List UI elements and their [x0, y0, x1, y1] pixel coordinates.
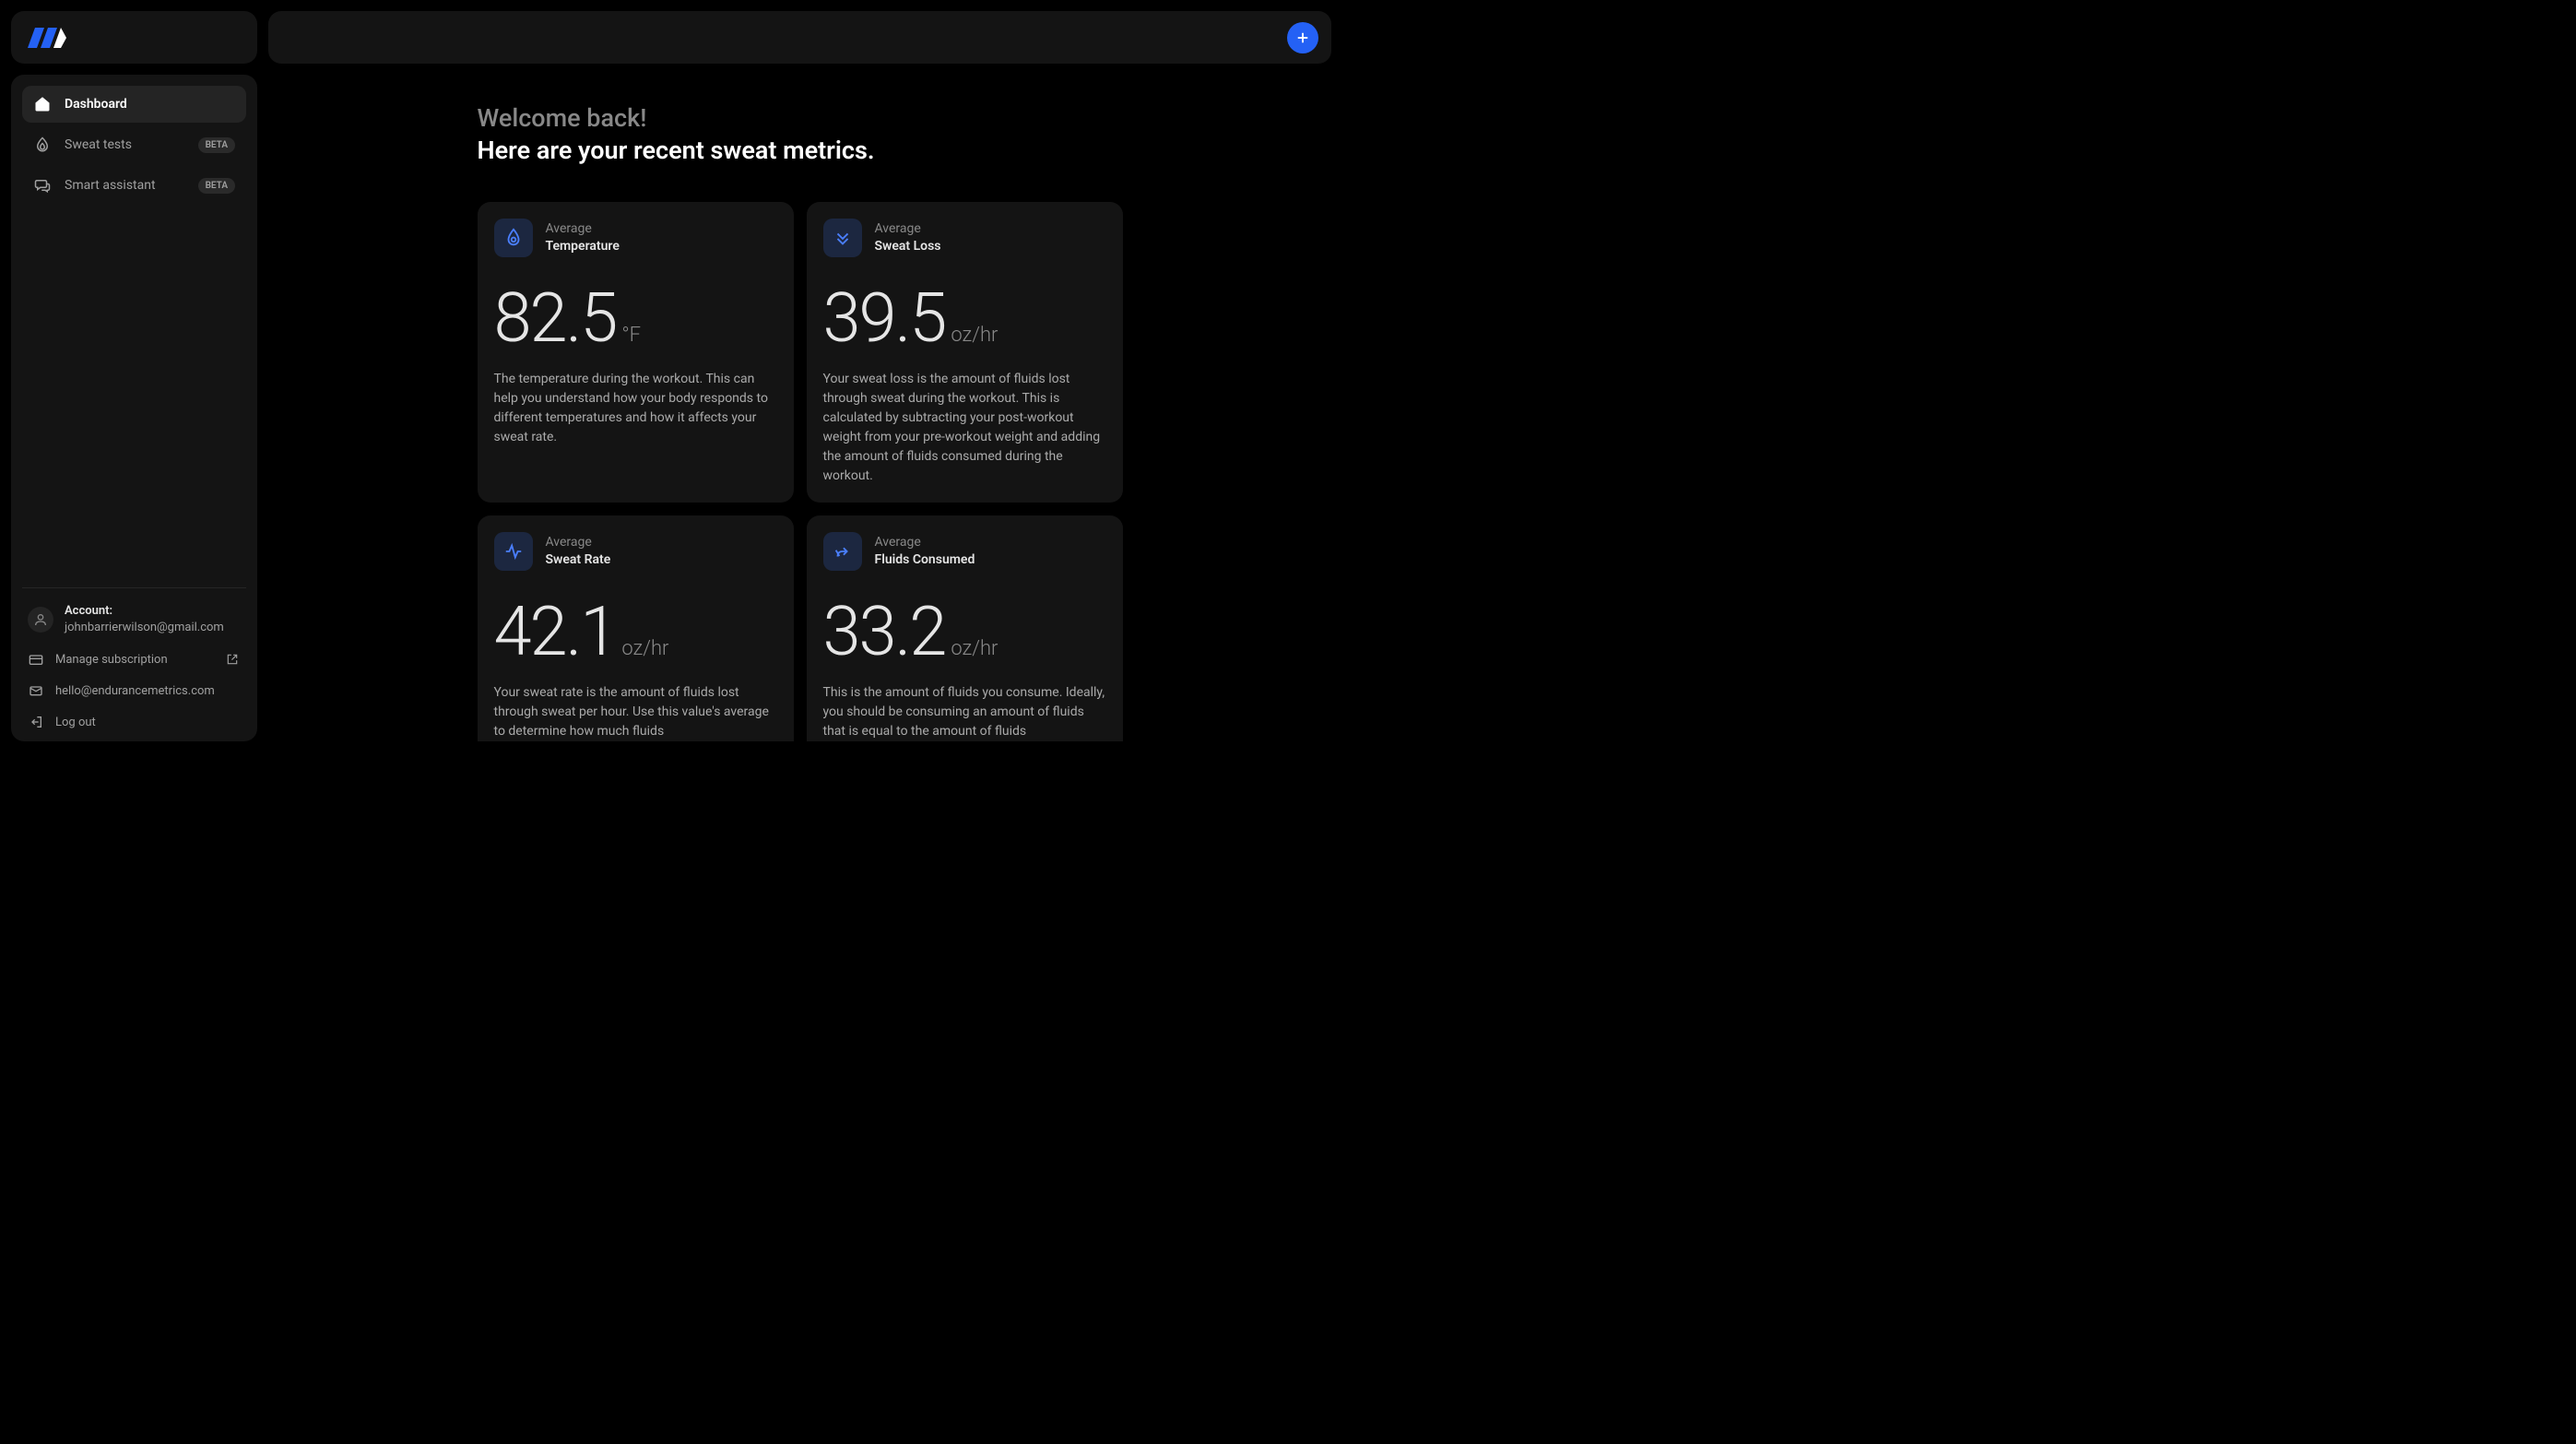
- card-header: Average Sweat Loss: [823, 219, 1106, 257]
- card-description: Your sweat loss is the amount of fluids …: [823, 370, 1106, 486]
- sidebar-item-label: Sweat tests: [65, 137, 185, 152]
- account-text: Account: johnbarrierwilson@gmail.com: [65, 603, 224, 636]
- card-header: Average Sweat Rate: [494, 532, 777, 571]
- welcome-subtitle: Here are your recent sweat metrics.: [478, 135, 1123, 167]
- plus-icon: [1294, 30, 1311, 46]
- sidebar-item-smart-assistant[interactable]: Smart assistant BETA: [22, 167, 246, 204]
- account-email: johnbarrierwilson@gmail.com: [65, 620, 224, 636]
- header: [268, 11, 1331, 64]
- welcome: Welcome back! Here are your recent sweat…: [478, 102, 1123, 167]
- sidebar-item-dashboard[interactable]: Dashboard: [22, 86, 246, 123]
- account-label: Account:: [65, 603, 224, 620]
- sidebar-item-label: Smart assistant: [65, 178, 185, 193]
- main-content: Welcome back! Here are your recent sweat…: [268, 75, 1331, 741]
- home-icon: [33, 95, 52, 113]
- credit-card-icon: [28, 651, 44, 668]
- temperature-icon: [494, 219, 533, 257]
- card-value-row: 39.5 oz/hr: [823, 285, 1106, 353]
- logo: [28, 28, 66, 48]
- logout-icon: [28, 714, 44, 730]
- card-description: Your sweat rate is the amount of fluids …: [494, 683, 777, 741]
- activity-icon: [494, 532, 533, 571]
- contact-link[interactable]: hello@endurancemetrics.com: [22, 682, 246, 699]
- card-header: Average Temperature: [494, 219, 777, 257]
- external-link-icon: [224, 651, 241, 668]
- card-fluids-consumed: Average Fluids Consumed 33.2 oz/hr This …: [807, 515, 1123, 741]
- card-title: Average Temperature: [546, 220, 620, 256]
- account-info: Account: johnbarrierwilson@gmail.com: [22, 603, 246, 636]
- card-unit: oz/hr: [951, 324, 998, 347]
- card-value: 82.5: [494, 285, 617, 353]
- manage-subscription-label: Manage subscription: [55, 653, 213, 667]
- metrics-grid: Average Temperature 82.5 °F The temperat…: [478, 202, 1123, 741]
- flame-icon: [33, 136, 52, 154]
- sidebar-bottom: Account: johnbarrierwilson@gmail.com Man…: [22, 587, 246, 730]
- mail-icon: [28, 682, 44, 699]
- card-value: 39.5: [823, 285, 946, 353]
- arrow-up-icon: [823, 532, 862, 571]
- card-title: Average Sweat Loss: [875, 220, 941, 256]
- card-temperature: Average Temperature 82.5 °F The temperat…: [478, 202, 794, 503]
- add-button[interactable]: [1287, 22, 1318, 53]
- card-header: Average Fluids Consumed: [823, 532, 1106, 571]
- contact-label: hello@endurancemetrics.com: [55, 684, 241, 698]
- welcome-greeting: Welcome back!: [478, 102, 1123, 135]
- card-value-row: 33.2 oz/hr: [823, 598, 1106, 667]
- sidebar: Dashboard Sweat tests BETA: [11, 75, 257, 741]
- logout-link[interactable]: Log out: [22, 714, 246, 730]
- card-description: This is the amount of fluids you consume…: [823, 683, 1106, 741]
- card-description: The temperature during the workout. This…: [494, 370, 777, 447]
- card-title: Average Sweat Rate: [546, 534, 611, 570]
- chevrons-down-icon: [823, 219, 862, 257]
- card-value-row: 42.1 oz/hr: [494, 598, 777, 667]
- card-unit: oz/hr: [621, 637, 668, 660]
- nav: Dashboard Sweat tests BETA: [22, 86, 246, 204]
- logout-label: Log out: [55, 716, 241, 729]
- sidebar-item-sweat-tests[interactable]: Sweat tests BETA: [22, 126, 246, 163]
- sidebar-item-label: Dashboard: [65, 97, 235, 112]
- card-sweat-loss: Average Sweat Loss 39.5 oz/hr Your sweat…: [807, 202, 1123, 503]
- beta-badge: BETA: [198, 178, 235, 194]
- logo-panel: [11, 11, 257, 64]
- beta-badge: BETA: [198, 137, 235, 153]
- card-sweat-rate: Average Sweat Rate 42.1 oz/hr Your sweat…: [478, 515, 794, 741]
- manage-subscription-link[interactable]: Manage subscription: [22, 651, 246, 668]
- card-title: Average Fluids Consumed: [875, 534, 975, 570]
- chat-icon: [33, 176, 52, 195]
- card-value: 33.2: [823, 598, 946, 667]
- card-unit: oz/hr: [951, 637, 998, 660]
- avatar: [28, 607, 53, 633]
- card-value: 42.1: [494, 598, 617, 667]
- card-unit: °F: [621, 324, 641, 347]
- card-value-row: 82.5 °F: [494, 285, 777, 353]
